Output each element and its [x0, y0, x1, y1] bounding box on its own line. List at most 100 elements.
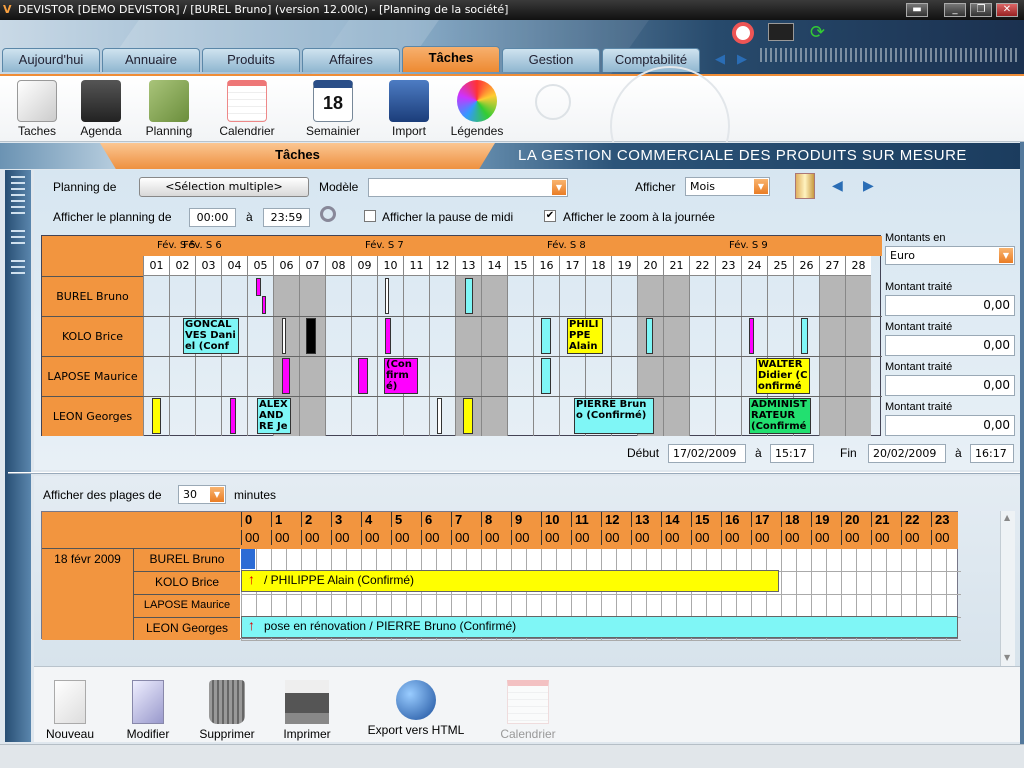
task-event[interactable]: PIERRE Bruno (Confirmé)	[574, 398, 654, 434]
time-slot[interactable]	[631, 595, 646, 618]
task-marker[interactable]	[282, 358, 290, 394]
time-slot[interactable]	[256, 595, 271, 618]
minimize-button[interactable]: _	[944, 3, 966, 17]
time-slot[interactable]	[301, 549, 316, 572]
currency-select[interactable]: Euro ▼	[885, 246, 1015, 265]
close-button[interactable]: ✕	[996, 3, 1018, 17]
calendrier-action-button[interactable]: Calendrier	[494, 680, 562, 741]
time-slot[interactable]	[931, 572, 946, 595]
fin-date-input[interactable]: 20/02/2009	[868, 444, 946, 463]
time-slot[interactable]	[691, 595, 706, 618]
time-slot[interactable]	[841, 549, 856, 572]
time-slot[interactable]	[901, 572, 916, 595]
time-slot[interactable]	[736, 595, 751, 618]
time-slot[interactable]	[301, 595, 316, 618]
time-slot[interactable]	[331, 595, 346, 618]
chevron-down-icon[interactable]: ▼	[210, 487, 224, 502]
time-slot[interactable]	[706, 595, 721, 618]
left-sidebar[interactable]	[5, 170, 31, 742]
day-header[interactable]: 18	[585, 256, 611, 276]
time-slot[interactable]	[391, 595, 406, 618]
time-slot[interactable]	[661, 595, 676, 618]
time-slot[interactable]	[241, 595, 256, 618]
pause-midi-checkbox[interactable]	[364, 210, 376, 222]
time-slot[interactable]	[421, 549, 436, 572]
time-slot[interactable]	[451, 549, 466, 572]
time-slot[interactable]	[916, 572, 931, 595]
planning-button[interactable]: Planning	[140, 80, 198, 138]
task-event[interactable]: PHILIPPE Alain	[567, 318, 603, 354]
day-header[interactable]: 06	[273, 256, 299, 276]
time-slot[interactable]	[286, 595, 301, 618]
time-slot[interactable]	[346, 549, 361, 572]
time-slot[interactable]	[766, 549, 781, 572]
time-slot[interactable]	[826, 572, 841, 595]
task-marker[interactable]	[385, 278, 389, 314]
time-slot[interactable]	[721, 549, 736, 572]
time-slot[interactable]	[766, 595, 781, 618]
semainier-button[interactable]: 18 Semainier	[300, 80, 366, 138]
time-slot[interactable]	[646, 595, 661, 618]
day-header[interactable]: 02	[169, 256, 195, 276]
tabs-next-icon[interactable]: ▶	[737, 52, 747, 67]
time-slot[interactable]	[346, 595, 361, 618]
time-slot[interactable]	[541, 549, 556, 572]
nouveau-button[interactable]: Nouveau	[42, 680, 98, 741]
fin-time-input[interactable]: 16:17	[970, 444, 1014, 463]
time-slot[interactable]	[796, 595, 811, 618]
supprimer-button[interactable]: Supprimer	[194, 680, 260, 741]
time-slot[interactable]	[286, 549, 301, 572]
day-header[interactable]: 13	[455, 256, 481, 276]
time-slot[interactable]	[841, 595, 856, 618]
time-slot[interactable]	[616, 595, 631, 618]
day-header[interactable]: 19	[611, 256, 637, 276]
time-slot[interactable]	[556, 549, 571, 572]
time-slot[interactable]	[901, 595, 916, 618]
imprimer-button[interactable]: Imprimer	[276, 680, 338, 741]
time-slot[interactable]	[796, 549, 811, 572]
time-slot[interactable]	[601, 549, 616, 572]
time-slot[interactable]	[871, 572, 886, 595]
day-header[interactable]: 11	[403, 256, 429, 276]
time-slot[interactable]	[886, 572, 901, 595]
time-to-input[interactable]: 23:59	[263, 208, 310, 227]
time-slot[interactable]	[691, 549, 706, 572]
time-slot[interactable]	[391, 549, 406, 572]
time-slot[interactable]	[646, 549, 661, 572]
time-slot[interactable]	[601, 595, 616, 618]
import-button[interactable]: Import	[384, 80, 434, 138]
task-marker[interactable]	[541, 318, 551, 354]
day-header[interactable]: 05	[247, 256, 273, 276]
task-marker[interactable]	[465, 278, 473, 314]
help-icon[interactable]: ▬	[906, 3, 928, 17]
time-slot[interactable]	[856, 595, 871, 618]
time-slot[interactable]	[361, 595, 376, 618]
time-slot[interactable]	[316, 595, 331, 618]
time-slot[interactable]	[811, 595, 826, 618]
agenda-button[interactable]: Agenda	[76, 80, 126, 138]
time-slot[interactable]	[481, 595, 496, 618]
time-slot[interactable]	[781, 572, 796, 595]
day-header[interactable]: 26	[793, 256, 819, 276]
time-slot[interactable]	[751, 595, 766, 618]
scroll-down-icon[interactable]: ▼	[1004, 653, 1010, 662]
day-header[interactable]: 17	[559, 256, 585, 276]
chevron-down-icon[interactable]: ▼	[552, 180, 566, 195]
task-event[interactable]: ADMINISTRATEUR (Confirmé	[749, 398, 811, 434]
debut-date-input[interactable]: 17/02/2009	[668, 444, 746, 463]
day-header[interactable]: 10	[377, 256, 403, 276]
task-marker[interactable]	[541, 358, 551, 394]
time-slot[interactable]	[871, 549, 886, 572]
day-header[interactable]: 28	[845, 256, 871, 276]
task-marker[interactable]	[256, 278, 261, 296]
time-slot[interactable]	[676, 595, 691, 618]
time-slot[interactable]	[781, 549, 796, 572]
task-bar-kolo[interactable]: ↑ / PHILIPPE Alain (Confirmé)	[241, 570, 779, 592]
time-slot[interactable]	[931, 595, 946, 618]
time-slot[interactable]	[736, 549, 751, 572]
time-slot[interactable]	[796, 572, 811, 595]
tab-annuaire[interactable]: Annuaire	[102, 48, 200, 72]
time-slot[interactable]	[571, 549, 586, 572]
task-marker[interactable]	[306, 318, 316, 354]
task-event[interactable]: WALTER Didier (Confirmé	[756, 358, 810, 394]
